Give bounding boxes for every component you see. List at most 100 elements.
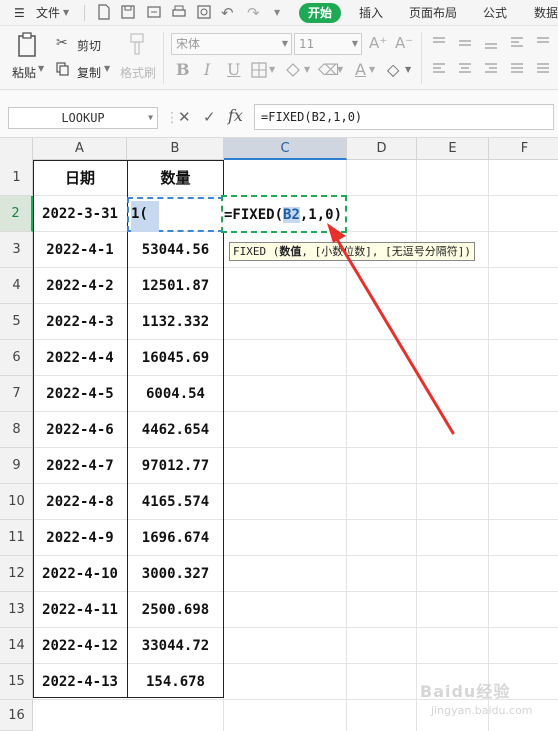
eraser-chevron-icon[interactable]: ▼ (405, 65, 411, 74)
name-box[interactable]: LOOKUP ▼ (8, 107, 158, 129)
export-icon[interactable] (146, 4, 162, 20)
redo-icon[interactable]: ↷ (247, 0, 260, 26)
cell-qty[interactable]: 4165.574 (127, 484, 224, 520)
tab-page-layout[interactable]: 页面布局 (409, 0, 457, 26)
column-header-f[interactable]: F (489, 138, 558, 160)
print-preview-icon[interactable] (196, 4, 212, 20)
row-header[interactable]: 10 (0, 484, 33, 520)
copy-icon[interactable] (56, 62, 70, 76)
row-header[interactable]: 4 (0, 268, 33, 304)
eraser-icon[interactable]: ◇ (387, 60, 399, 79)
paste-icon[interactable] (16, 32, 40, 58)
undo-icon[interactable]: ↶ (221, 0, 234, 26)
row-header[interactable]: 7 (0, 376, 33, 412)
cell-date[interactable]: 2022-3-31 (33, 196, 127, 232)
row-header[interactable]: 3 (0, 232, 33, 268)
column-header-e[interactable]: E (417, 138, 489, 160)
save-icon[interactable] (120, 4, 136, 20)
cell-date[interactable]: 2022-4-11 (33, 592, 127, 628)
cell-date[interactable]: 2022-4-2 (33, 268, 127, 304)
format-painter-icon[interactable] (128, 32, 146, 58)
fill-color-icon[interactable] (284, 62, 302, 78)
cell-qty[interactable]: 3000.327 (127, 556, 224, 592)
row-header[interactable]: 9 (0, 448, 33, 484)
borders-icon[interactable] (251, 62, 267, 78)
bold-button[interactable]: B (176, 60, 190, 79)
cell-qty[interactable]: 1132.332 (127, 304, 224, 340)
row-header[interactable]: 13 (0, 592, 33, 628)
cancel-entry-icon[interactable]: ✕ (178, 108, 191, 126)
column-header-d[interactable]: D (347, 138, 417, 160)
row-header[interactable]: 5 (0, 304, 33, 340)
cell-date[interactable]: 2022-4-9 (33, 520, 127, 556)
column-header-c[interactable]: C (224, 138, 347, 160)
row-header[interactable]: 12 (0, 556, 33, 592)
new-doc-icon[interactable] (96, 4, 112, 20)
cell-qty[interactable]: 53044.56 (127, 232, 224, 268)
row-header[interactable]: 14 (0, 628, 33, 664)
copy-button[interactable]: 复制 (77, 64, 101, 81)
cell-qty[interactable]: 97012.77 (127, 448, 224, 484)
cell-date[interactable]: 2022-4-3 (33, 304, 127, 340)
select-all-corner[interactable] (0, 138, 33, 160)
cell-qty[interactable]: 2500.698 (127, 592, 224, 628)
row-header[interactable]: 6 (0, 340, 33, 376)
tab-formulas[interactable]: 公式 (483, 0, 507, 26)
cut-button[interactable]: 剪切 (77, 37, 101, 54)
font-name-select[interactable]: 宋体 ▼ (171, 33, 292, 55)
cell-date[interactable]: 2022-4-7 (33, 448, 127, 484)
font-color-icon[interactable]: A (355, 60, 366, 79)
hamburger-menu-icon[interactable]: ☰ (14, 0, 25, 26)
fill-chevron-icon[interactable]: ▼ (304, 65, 310, 74)
cell-qty[interactable]: 33044.72 (127, 628, 224, 664)
print-icon[interactable] (171, 4, 187, 20)
cut-icon[interactable]: ✂ (56, 35, 68, 51)
column-header-a[interactable]: A (33, 138, 127, 160)
file-menu[interactable]: 文件 (36, 0, 60, 26)
decrease-font-icon[interactable]: A⁻ (395, 34, 413, 52)
cell-header-qty[interactable]: 数量 (127, 160, 224, 196)
increase-font-icon[interactable]: A⁺ (369, 34, 387, 52)
cell-qty[interactable]: 16045.69 (127, 340, 224, 376)
format-painter-button[interactable]: 格式刷 (120, 64, 156, 81)
active-edit-cell-c2[interactable]: =FIXED(B2,1,0) (221, 195, 347, 233)
paste-label[interactable]: 粘贴 (12, 64, 36, 81)
row-header[interactable]: 11 (0, 520, 33, 556)
cell-qty[interactable]: 12501.87 (127, 268, 224, 304)
italic-button[interactable]: I (204, 60, 210, 79)
font-size-select[interactable]: 11 ▼ (294, 33, 362, 55)
row-header[interactable]: 2 (0, 196, 33, 232)
tab-insert[interactable]: 插入 (359, 0, 383, 26)
row-header[interactable]: 16 (0, 700, 33, 731)
insert-function-icon[interactable]: fx (228, 106, 243, 125)
tab-home[interactable]: 开始 (299, 3, 341, 23)
cell-qty[interactable]: 4462.654 (127, 412, 224, 448)
paste-chevron-icon[interactable]: ▼ (38, 64, 44, 73)
cell-header-date[interactable]: 日期 (33, 160, 127, 196)
cell-qty[interactable]: 154.678 (127, 664, 224, 700)
cell-date[interactable]: 2022-4-5 (33, 376, 127, 412)
cell-date[interactable]: 2022-4-4 (33, 340, 127, 376)
clear-format-chevron-icon[interactable]: ▼ (337, 65, 343, 74)
font-color-chevron-icon[interactable]: ▼ (369, 65, 375, 74)
underline-button[interactable]: U (227, 60, 240, 79)
cell-date[interactable]: 2022-4-1 (33, 232, 127, 268)
cell-qty[interactable]: 1696.674 (127, 520, 224, 556)
row-header[interactable]: 1 (0, 160, 33, 196)
borders-chevron-icon[interactable]: ▼ (269, 65, 275, 74)
more-chevron-icon[interactable]: ▼ (274, 0, 280, 26)
referenced-cell-b2[interactable]: 1( (127, 197, 224, 232)
tab-data[interactable]: 数据 (534, 0, 558, 26)
cell-date[interactable]: 2022-4-13 (33, 664, 127, 700)
formula-input[interactable]: =FIXED(B2,1,0) (254, 104, 554, 130)
cell-date[interactable]: 2022-4-12 (33, 628, 127, 664)
file-menu-chevron-icon[interactable]: ▼ (63, 0, 69, 26)
copy-chevron-icon[interactable]: ▼ (104, 64, 110, 73)
cell-qty[interactable]: 6004.54 (127, 376, 224, 412)
cell-formula-text[interactable]: =FIXED(B2,1,0) (223, 197, 342, 233)
confirm-entry-icon[interactable]: ✓ (203, 108, 216, 126)
vertical-align-group-icon[interactable] (431, 36, 551, 50)
cell-date[interactable]: 2022-4-10 (33, 556, 127, 592)
cell-date[interactable]: 2022-4-6 (33, 412, 127, 448)
column-header-b[interactable]: B (127, 138, 224, 160)
